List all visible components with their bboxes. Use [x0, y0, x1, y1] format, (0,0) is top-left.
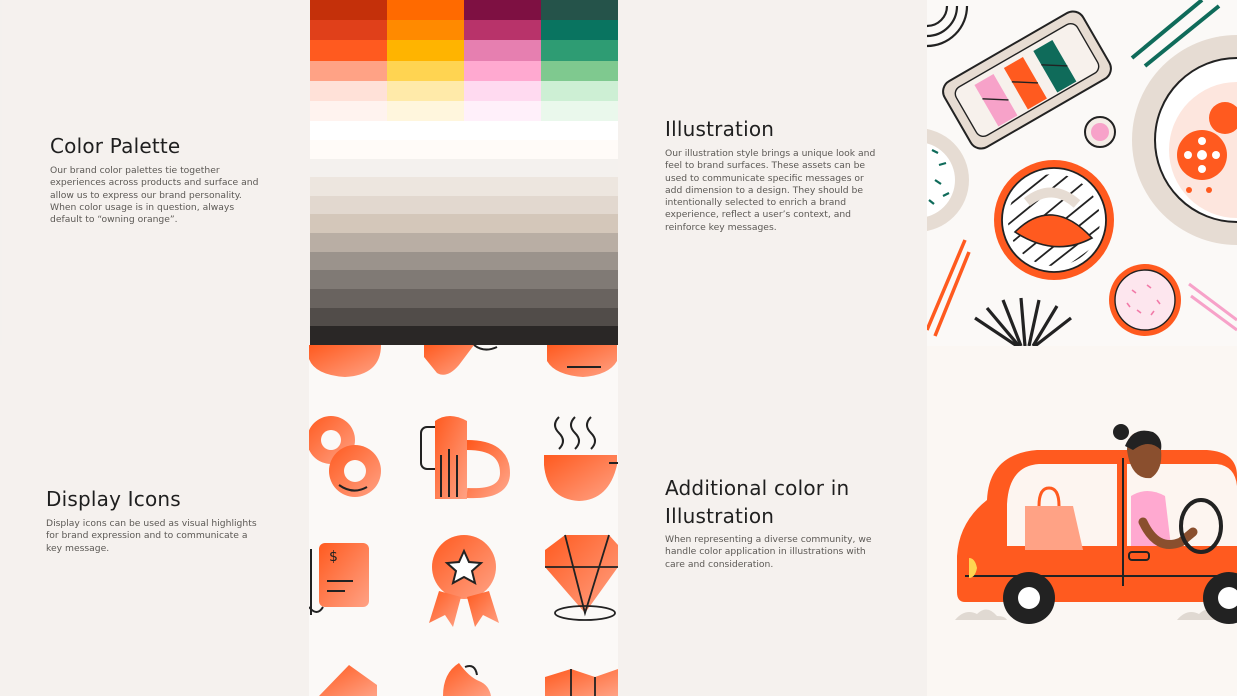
color-swatch: [387, 20, 464, 41]
receipt-icon: $: [309, 543, 369, 615]
neutral-swatch: [310, 214, 618, 234]
award-ribbon-icon: [429, 535, 499, 627]
car-illustration: [927, 346, 1237, 696]
display-icons-grid: $: [309, 345, 618, 696]
color-palette-section: Color Palette Our brand color palettes t…: [2, 0, 310, 345]
color-swatch: [387, 40, 464, 62]
beer-mug-icon: [420, 416, 511, 499]
color-palette-swatches: [310, 0, 618, 346]
food-illustration: [927, 0, 1237, 346]
neutral-swatch: [310, 326, 618, 346]
bowl-icon: [309, 345, 381, 377]
illustration-title: Illustration: [665, 117, 775, 141]
coffee-cup-icon: [544, 416, 618, 501]
additional-color-title-line2: Illustration: [665, 504, 775, 528]
color-swatch: [310, 80, 387, 102]
neutral-swatch: [310, 139, 618, 159]
color-swatch: [310, 20, 387, 41]
map-pin-icon: [319, 665, 377, 696]
display-icons-section: Display Icons Display icons can be used …: [0, 345, 309, 696]
donut-icon: [309, 416, 381, 497]
food-illustration-art: [927, 0, 1237, 346]
illustration-section: Illustration Our illustration style brin…: [618, 0, 927, 346]
neutral-swatch: [310, 233, 618, 253]
display-icons-title: Display Icons: [46, 487, 181, 511]
color-swatch: [541, 20, 618, 41]
color-swatch: [387, 80, 464, 102]
neutral-swatch: [310, 251, 618, 271]
neutral-swatch: [310, 289, 618, 309]
heart-hand-icon: [424, 345, 498, 375]
color-swatch: [464, 80, 541, 102]
neutral-swatch: [310, 121, 618, 141]
color-swatch: [464, 60, 541, 82]
color-swatch: [310, 101, 387, 122]
color-swatch: [541, 80, 618, 102]
color-swatch: [464, 101, 541, 122]
map-icon: [545, 669, 618, 696]
color-swatch: [464, 0, 541, 21]
lamp-icon: [547, 345, 617, 377]
color-swatch: [310, 0, 387, 21]
color-swatch: [541, 60, 618, 82]
neutral-swatch: [310, 177, 618, 197]
color-swatch: [387, 101, 464, 122]
color-swatch: [387, 60, 464, 82]
car-illustration-art: [955, 424, 1237, 624]
neutral-swatch: [310, 195, 618, 215]
color-swatch: [310, 40, 387, 62]
neutral-swatch: [310, 158, 618, 178]
color-palette-title: Color Palette: [50, 134, 181, 158]
neutral-swatch: [310, 307, 618, 327]
diamond-icon: [545, 534, 618, 621]
additional-color-title: Additional color in Illustration: [665, 474, 849, 530]
color-swatch: [541, 101, 618, 122]
color-swatch: [464, 20, 541, 41]
color-swatch: [387, 0, 464, 21]
additional-color-title-line1: Additional color in: [665, 476, 850, 500]
color-swatch: [310, 60, 387, 82]
color-swatch: [541, 40, 618, 62]
additional-color-section: Additional color in Illustration When re…: [618, 346, 927, 696]
color-swatch: [464, 40, 541, 62]
flame-icon: [443, 663, 491, 696]
display-icons-body: Display icons can be used as visual high…: [46, 518, 257, 554]
color-swatch: [541, 0, 618, 21]
neutral-swatch: [310, 270, 618, 290]
color-palette-body: Our brand color palettes tie together ex…: [50, 165, 259, 226]
illustration-body: Our illustration style brings a unique l…: [665, 148, 876, 233]
additional-color-body: When representing a diverse community, w…: [665, 534, 872, 570]
svg-text:$: $: [329, 549, 338, 565]
